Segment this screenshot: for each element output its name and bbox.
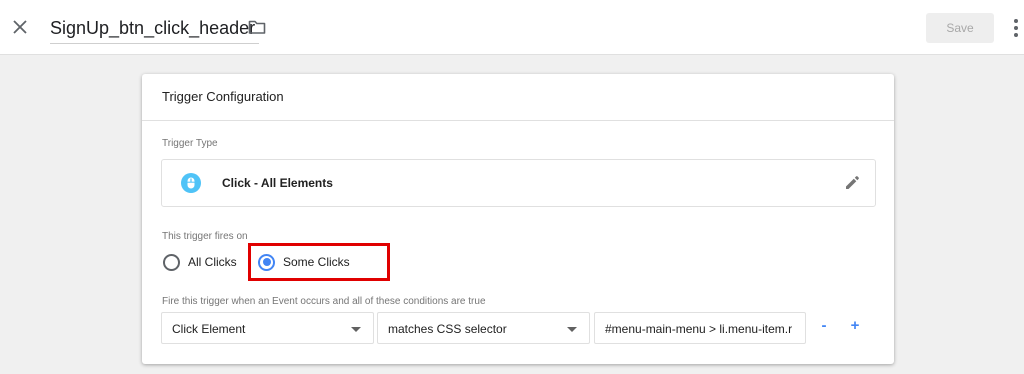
mouse-icon [181,173,201,193]
more-vert-icon[interactable] [1011,17,1021,39]
remove-condition-button[interactable]: - [818,317,830,334]
card-header: Trigger Configuration [142,74,894,121]
dropdown-caret-icon [351,327,361,332]
page-title: SignUp_btn_click_header [50,18,256,38]
variable-select-value: Click Element [172,322,246,336]
trigger-type-selector[interactable]: Click - All Elements [161,159,876,207]
all-clicks-label: All Clicks [188,255,237,269]
trigger-type-name: Click - All Elements [222,176,333,190]
operator-select[interactable]: matches CSS selector [377,312,590,344]
dropdown-caret-icon [567,327,577,332]
trigger-type-label: Trigger Type [162,138,218,149]
condition-value-input[interactable]: #menu-main-menu > li.menu-item.r [594,312,806,344]
folder-icon[interactable] [248,19,266,35]
card-title: Trigger Configuration [162,89,284,104]
all-clicks-radio[interactable]: All Clicks [163,252,237,272]
trigger-configuration-card: Trigger Configuration Trigger Type Click… [142,74,894,364]
add-condition-button[interactable]: + [849,317,861,334]
variable-select[interactable]: Click Element [161,312,374,344]
operator-select-value: matches CSS selector [388,322,507,336]
trigger-name-field[interactable]: SignUp_btn_click_header [50,14,260,44]
fires-on-label: This trigger fires on [162,231,248,242]
top-bar: SignUp_btn_click_header Save [0,0,1024,55]
highlight-annotation-box [248,243,390,281]
conditions-label: Fire this trigger when an Event occurs a… [162,296,486,307]
close-icon[interactable] [10,17,30,37]
radio-unchecked-icon [163,253,180,271]
pencil-icon[interactable] [844,175,860,191]
save-button[interactable]: Save [926,13,994,43]
